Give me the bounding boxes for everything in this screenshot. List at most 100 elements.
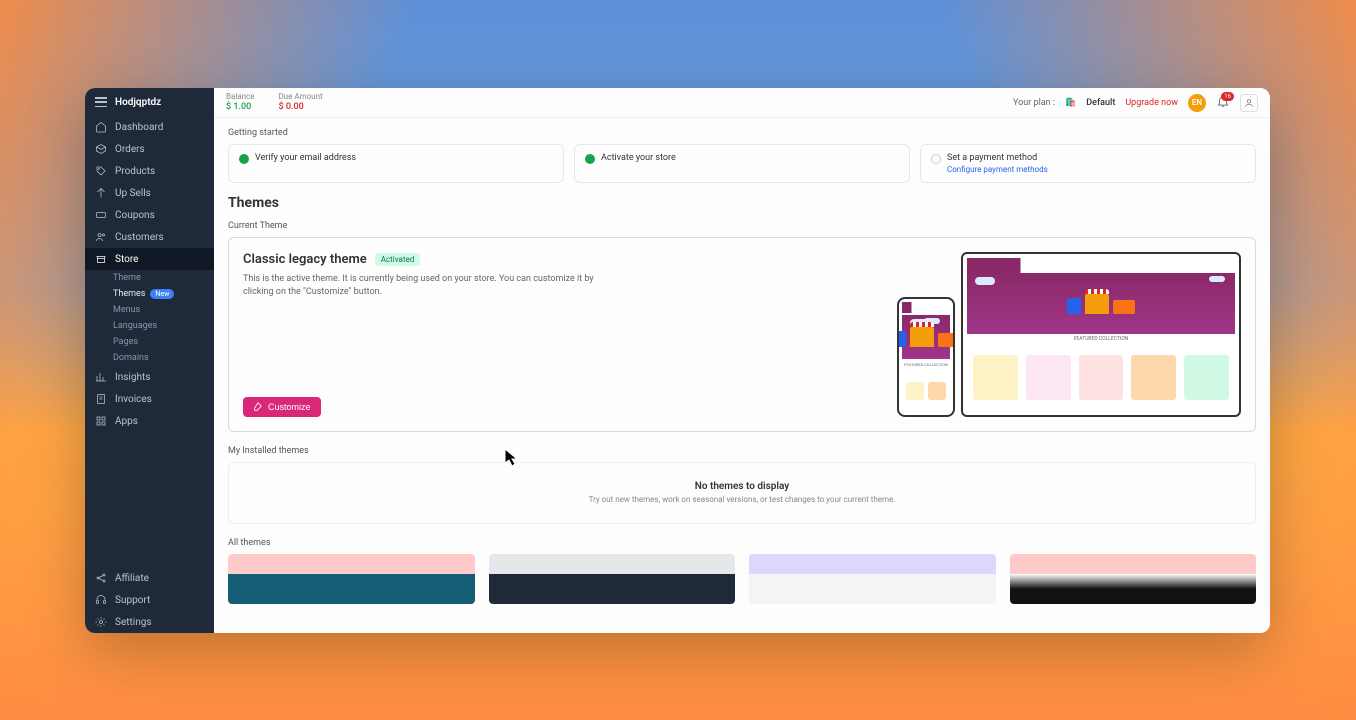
plan-prefix: Your plan : [1013, 98, 1055, 108]
due-block: Due Amount $ 0.00 [278, 92, 322, 112]
sidebar-item-invoices[interactable]: Invoices [85, 388, 214, 410]
activated-badge: Activated [375, 253, 421, 266]
upgrade-link[interactable]: Upgrade now [1125, 98, 1178, 108]
sidebar-item-support[interactable]: Support [85, 589, 214, 611]
sidebar-item-label: Support [115, 595, 150, 606]
plan-name: Default [1086, 98, 1115, 108]
sidebar-item-label: Customers [115, 232, 164, 243]
app-window: Hodjqptdz Dashboard Orders Products Up S… [85, 88, 1270, 633]
current-theme-card: Classic legacy theme Activated This is t… [228, 237, 1256, 432]
sidebar-item-label: Products [115, 166, 155, 177]
gs-title: Verify your email address [255, 153, 356, 163]
all-themes-row [228, 554, 1256, 604]
theme-thumb[interactable] [1010, 554, 1257, 604]
menu-toggle-icon[interactable] [95, 97, 107, 107]
sidebar-item-label: Orders [115, 144, 145, 155]
share-icon [95, 572, 107, 584]
sidebar-item-label: Settings [115, 617, 152, 628]
desktop-preview: FEATURED COLLECTION [961, 252, 1241, 417]
sidebar-item-label: Store [115, 254, 138, 265]
sub-item-pages[interactable]: Pages [113, 334, 214, 350]
all-themes-label: All themes [228, 538, 1256, 548]
sub-item-menus[interactable]: Menus [113, 302, 214, 318]
store-icon [95, 253, 107, 265]
sidebar-item-label: Invoices [115, 394, 152, 405]
sidebar-item-label: Apps [115, 416, 138, 427]
notifications-button[interactable]: 16 [1216, 94, 1230, 111]
gs-title: Set a payment method [947, 153, 1048, 163]
theme-thumb[interactable] [749, 554, 996, 604]
topbar: Balance $ 1.00 Due Amount $ 0.00 Your pl… [214, 88, 1270, 118]
theme-preview: FEATURED COLLECTION FEATURED COLLECTION [897, 252, 1241, 417]
installed-themes-label: My Installed themes [228, 446, 1256, 456]
gs-card-verify[interactable]: Verify your email address [228, 144, 564, 183]
page-title: Themes [228, 195, 1256, 211]
cube-icon [95, 143, 107, 155]
theme-name: Classic legacy theme [243, 252, 367, 267]
sidebar-item-products[interactable]: Products [85, 160, 214, 182]
upsell-icon [95, 187, 107, 199]
main-area: Balance $ 1.00 Due Amount $ 0.00 Your pl… [214, 88, 1270, 633]
sidebar: Hodjqptdz Dashboard Orders Products Up S… [85, 88, 214, 633]
empty-themes-box: No themes to display Try out new themes,… [228, 462, 1256, 524]
notifications-count: 16 [1221, 92, 1234, 101]
customize-label: Customize [268, 402, 311, 412]
headset-icon [95, 594, 107, 606]
sidebar-item-insights[interactable]: Insights [85, 366, 214, 388]
sidebar-item-orders[interactable]: Orders [85, 138, 214, 160]
sidebar-item-label: Insights [115, 372, 150, 383]
sidebar-item-affiliate[interactable]: Affiliate [85, 567, 214, 589]
check-pending-icon [931, 154, 941, 164]
sub-item-theme[interactable]: Theme [113, 270, 214, 286]
empty-subtitle: Try out new themes, work on seasonal ver… [247, 495, 1237, 505]
gs-card-activate[interactable]: Activate your store [574, 144, 910, 183]
store-submenu: Theme ThemesNew Menus Languages Pages Do… [85, 270, 214, 366]
theme-description: This is the active theme. It is currentl… [243, 273, 603, 298]
sidebar-item-upsells[interactable]: Up Sells [85, 182, 214, 204]
getting-started-heading: Getting started [228, 128, 1256, 138]
gs-title: Activate your store [601, 153, 676, 163]
sidebar-item-settings[interactable]: Settings [85, 611, 214, 633]
sidebar-item-apps[interactable]: Apps [85, 410, 214, 432]
gs-card-payment[interactable]: Set a payment method Configure payment m… [920, 144, 1256, 183]
users-icon [95, 231, 107, 243]
grid-icon [95, 415, 107, 427]
gs-link[interactable]: Configure payment methods [947, 165, 1048, 174]
due-value: $ 0.00 [278, 102, 322, 113]
ticket-icon [95, 209, 107, 221]
balance-label: Balance [226, 92, 254, 102]
sidebar-item-coupons[interactable]: Coupons [85, 204, 214, 226]
gear-icon [95, 616, 107, 628]
theme-thumb[interactable] [228, 554, 475, 604]
theme-thumb[interactable] [489, 554, 736, 604]
due-label: Due Amount [278, 92, 322, 102]
user-icon [1244, 98, 1254, 108]
sidebar-header: Hodjqptdz [85, 88, 214, 116]
sub-item-themes[interactable]: ThemesNew [113, 286, 214, 302]
plan-icon: 🛍️ [1065, 98, 1076, 108]
sidebar-item-label: Coupons [115, 210, 155, 221]
sub-item-languages[interactable]: Languages [113, 318, 214, 334]
avatar[interactable]: EN [1188, 94, 1206, 112]
balance-value: $ 1.00 [226, 102, 254, 113]
mobile-preview: FEATURED COLLECTION [897, 297, 955, 417]
tag-icon [95, 165, 107, 177]
sidebar-item-label: Dashboard [115, 122, 163, 133]
sidebar-item-store[interactable]: Store [85, 248, 214, 270]
featured-label: FEATURED COLLECTION [967, 334, 1235, 344]
sub-item-domains[interactable]: Domains [113, 350, 214, 366]
user-menu-button[interactable] [1240, 94, 1258, 112]
getting-started-row: Verify your email address Activate your … [228, 144, 1256, 183]
brand-name: Hodjqptdz [115, 97, 161, 108]
new-badge: New [150, 289, 174, 299]
sidebar-item-label: Affiliate [115, 573, 149, 584]
balance-block: Balance $ 1.00 [226, 92, 254, 112]
check-done-icon [239, 154, 249, 164]
check-done-icon [585, 154, 595, 164]
sidebar-item-label: Up Sells [115, 188, 151, 199]
brush-icon [253, 402, 263, 412]
sidebar-item-customers[interactable]: Customers [85, 226, 214, 248]
content-scroll[interactable]: Getting started Verify your email addres… [214, 118, 1270, 633]
sidebar-item-dashboard[interactable]: Dashboard [85, 116, 214, 138]
customize-button[interactable]: Customize [243, 397, 321, 417]
